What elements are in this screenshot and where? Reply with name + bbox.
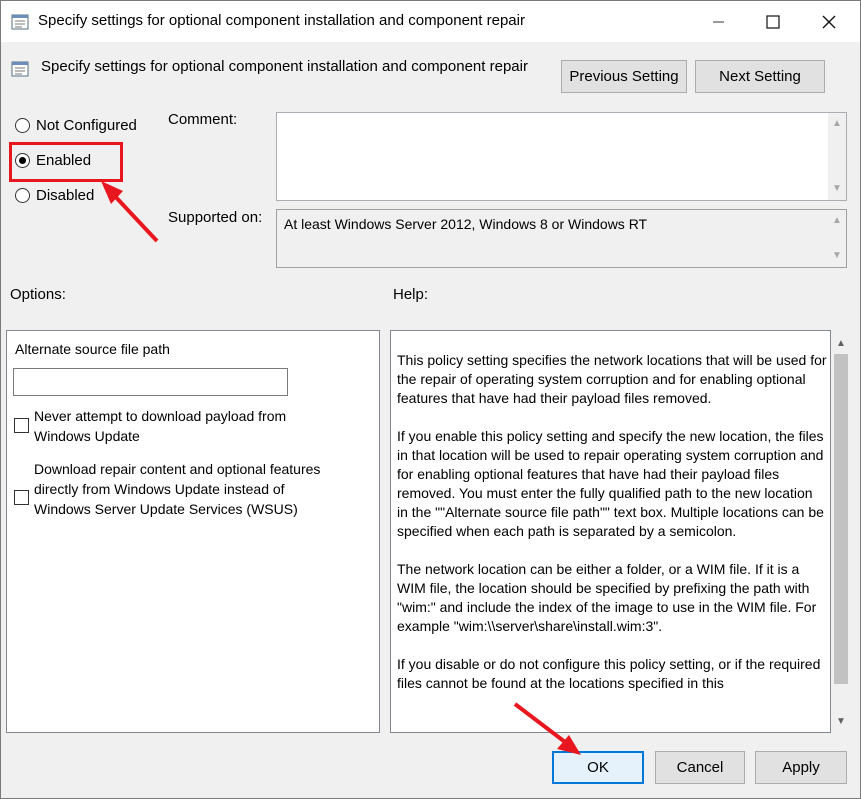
policy-settings-icon	[11, 13, 29, 31]
radio-label-disabled: Disabled	[36, 187, 95, 204]
help-panel: This policy setting specifies the networ…	[390, 330, 831, 733]
next-setting-label: Next Setting	[719, 68, 801, 85]
supported-on-label: Supported on:	[168, 209, 263, 226]
options-panel: Alternate source file path Never attempt…	[6, 330, 380, 733]
radio-circle	[15, 188, 30, 203]
cancel-label: Cancel	[676, 759, 724, 776]
supported-on-field: At least Windows Server 2012, Windows 8 …	[276, 209, 847, 268]
radio-not-configured[interactable]: Not Configured	[15, 117, 137, 134]
radio-disabled[interactable]: Disabled	[15, 187, 94, 204]
minimize-icon	[713, 21, 724, 22]
radio-label-not-configured: Not Configured	[36, 117, 137, 134]
maximize-button[interactable]	[750, 1, 796, 42]
download-from-wu-checkbox[interactable]	[14, 490, 29, 505]
never-download-label: Never attempt to download payload from W…	[34, 408, 287, 444]
help-paragraph: If you enable this policy setting and sp…	[397, 428, 824, 539]
help-scroll-thumb[interactable]	[834, 354, 848, 684]
close-button[interactable]	[806, 1, 852, 42]
policy-dialog: Specify settings for optional component …	[0, 0, 861, 799]
supported-on-value: At least Windows Server 2012, Windows 8 …	[284, 216, 648, 232]
next-setting-button[interactable]: Next Setting	[695, 60, 825, 93]
ok-button[interactable]: OK	[552, 751, 644, 784]
comment-field[interactable]: ▲ ▼	[276, 112, 847, 201]
help-paragraph: The network location can be either a fol…	[397, 561, 817, 634]
scroll-up-icon: ▲	[832, 118, 842, 129]
help-scrollbar[interactable]: ▲ ▼	[831, 334, 851, 732]
help-label: Help:	[393, 286, 429, 303]
enabled-highlight-box	[9, 142, 123, 182]
window-title: Specify settings for optional component …	[38, 12, 525, 29]
help-paragraph: This policy setting specifies the networ…	[397, 352, 827, 406]
scroll-down-icon: ▼	[832, 183, 842, 194]
scroll-down-icon: ▼	[832, 250, 842, 261]
title-bar: Specify settings for optional component …	[1, 1, 860, 42]
alternate-path-input[interactable]	[13, 368, 288, 396]
arrow-to-enabled	[101, 181, 159, 243]
radio-circle	[15, 118, 30, 133]
previous-setting-button[interactable]: Previous Setting	[561, 60, 687, 93]
ok-label: OK	[587, 759, 609, 776]
help-text: This policy setting specifies the networ…	[397, 351, 827, 712]
scroll-down-icon: ▼	[836, 716, 846, 727]
apply-label: Apply	[782, 759, 820, 776]
close-icon	[822, 15, 836, 28]
maximize-icon	[766, 14, 780, 29]
comment-label: Comment:	[168, 111, 238, 128]
comment-scrollbar[interactable]: ▲ ▼	[828, 113, 846, 200]
options-label: Options:	[10, 286, 66, 303]
previous-setting-label: Previous Setting	[569, 68, 679, 85]
supported-scrollbar[interactable]: ▲ ▼	[828, 210, 846, 267]
alternate-path-label: Alternate source file path	[15, 341, 170, 357]
download-from-wu-label: Download repair content and optional fea…	[34, 461, 321, 517]
policy-icon	[11, 60, 29, 78]
apply-button[interactable]: Apply	[755, 751, 847, 784]
never-download-checkbox[interactable]	[14, 418, 29, 433]
cancel-button[interactable]: Cancel	[655, 751, 745, 784]
policy-name: Specify settings for optional component …	[41, 58, 528, 75]
minimize-button[interactable]	[696, 1, 742, 42]
help-paragraph: If you disable or do not configure this …	[397, 656, 821, 691]
scroll-up-icon: ▲	[832, 215, 842, 226]
scroll-up-icon: ▲	[836, 338, 846, 349]
